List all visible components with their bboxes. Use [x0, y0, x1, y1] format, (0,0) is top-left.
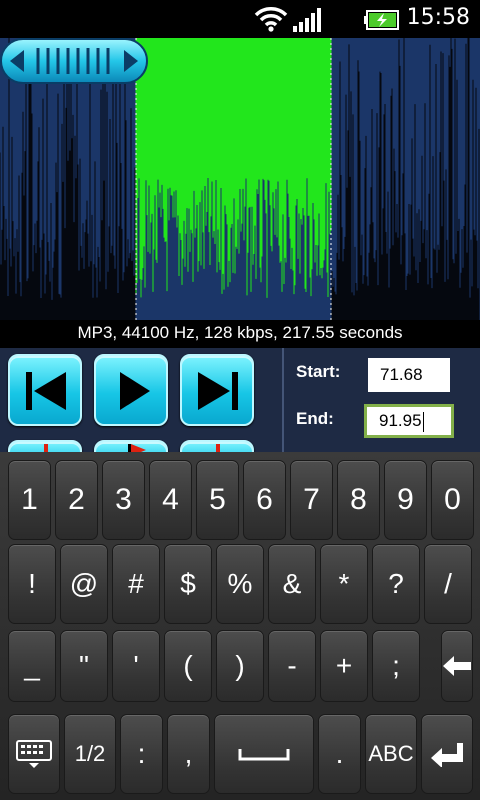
key-0[interactable]: 0	[431, 460, 474, 540]
key-open-paren[interactable]: (	[164, 630, 212, 702]
abc-key[interactable]: ABC	[365, 714, 417, 794]
symbols-page-key[interactable]: 1/2	[64, 714, 116, 794]
key-ampersand[interactable]: &	[268, 544, 316, 624]
key-dollar[interactable]: $	[164, 544, 212, 624]
signal-strength-icon	[293, 8, 321, 32]
key-double-quote[interactable]: "	[60, 630, 108, 702]
battery-charging-icon	[364, 10, 399, 30]
key-underscore[interactable]: _	[8, 630, 56, 702]
key-close-paren[interactable]: )	[216, 630, 264, 702]
skip-previous-button[interactable]	[8, 354, 82, 426]
key-exclamation[interactable]: !	[8, 544, 56, 624]
panel-divider	[282, 348, 284, 452]
key-8[interactable]: 8	[337, 460, 380, 540]
key-7[interactable]: 7	[290, 460, 333, 540]
key-plus[interactable]: +	[320, 630, 368, 702]
key-1[interactable]: 1	[8, 460, 51, 540]
mark-end-button[interactable]	[180, 440, 254, 452]
play-button[interactable]	[94, 354, 168, 426]
space-icon	[238, 749, 290, 761]
space-key[interactable]	[214, 714, 314, 794]
mark-start-icon	[44, 444, 48, 452]
skip-previous-icon	[26, 372, 66, 410]
key-at[interactable]: @	[60, 544, 108, 624]
scroll-handle[interactable]	[0, 38, 148, 84]
soft-keyboard: 1234567890 ! @ # $% & *? / _ " '() - +; 1/2 : , . …	[0, 452, 480, 800]
end-label: End:	[296, 409, 334, 428]
skip-next-icon	[198, 372, 238, 410]
key-6[interactable]: 6	[243, 460, 286, 540]
key-period[interactable]: .	[318, 714, 361, 794]
key-question[interactable]: ?	[372, 544, 420, 624]
skip-next-button[interactable]	[180, 354, 254, 426]
backspace-icon	[443, 656, 471, 676]
keyboard-settings-key[interactable]	[8, 714, 60, 794]
backspace-key[interactable]	[441, 630, 473, 702]
enter-key[interactable]	[421, 714, 473, 794]
start-label: Start:	[296, 362, 341, 381]
flag-icon	[128, 444, 146, 452]
key-apostrophe[interactable]: '	[112, 630, 160, 702]
play-icon	[120, 372, 150, 410]
play-from-start-button[interactable]	[94, 440, 168, 452]
status-time: 15:58	[406, 5, 470, 30]
enter-icon	[431, 743, 463, 767]
start-time-input[interactable]: 71.68	[368, 358, 450, 392]
key-5[interactable]: 5	[196, 460, 239, 540]
wifi-icon	[254, 7, 288, 32]
key-comma[interactable]: ,	[167, 714, 210, 794]
status-bar: 15:58	[0, 0, 480, 38]
key-slash[interactable]: /	[424, 544, 472, 624]
key-4[interactable]: 4	[149, 460, 192, 540]
key-hash[interactable]: #	[112, 544, 160, 624]
key-9[interactable]: 9	[384, 460, 427, 540]
end-time-input[interactable]: 91.95	[364, 404, 454, 438]
text-cursor	[422, 411, 424, 432]
key-3[interactable]: 3	[102, 460, 145, 540]
control-panel: Start: 71.68 End: 91.95	[0, 348, 480, 452]
mark-end-icon	[216, 444, 220, 452]
waveform-view[interactable]	[0, 38, 480, 320]
mark-start-button[interactable]	[8, 440, 82, 452]
keyboard-icon	[16, 740, 52, 768]
key-2[interactable]: 2	[55, 460, 98, 540]
key-colon[interactable]: :	[120, 714, 163, 794]
key-minus[interactable]: -	[268, 630, 316, 702]
key-percent[interactable]: %	[216, 544, 264, 624]
audio-info: MP3, 44100 Hz, 128 kbps, 217.55 seconds	[0, 320, 480, 348]
key-asterisk[interactable]: *	[320, 544, 368, 624]
key-semicolon[interactable]: ;	[372, 630, 420, 702]
end-time-value: 91.95	[379, 411, 422, 430]
